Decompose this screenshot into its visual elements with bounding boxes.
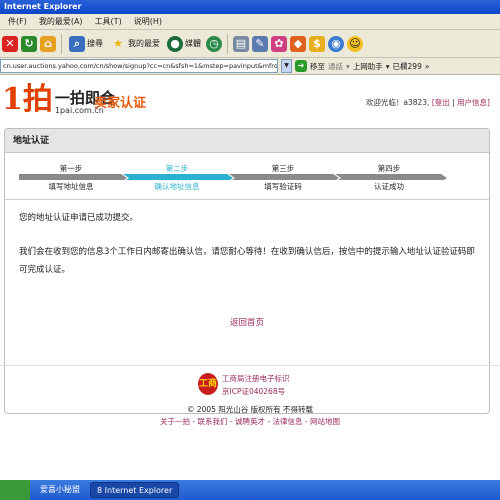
toolbar-separator (227, 33, 228, 54)
step-2-bar (123, 174, 233, 180)
favorites-button[interactable]: ★ 我的最爱 (108, 33, 162, 55)
refresh-icon[interactable]: ↻ (21, 35, 37, 52)
game-icon[interactable]: ◆ (290, 35, 306, 52)
search-button[interactable]: ⌕ 搜尋 (67, 33, 105, 55)
address-dropdown-icon[interactable]: ▼ (281, 59, 292, 73)
panel-divider (5, 199, 489, 200)
copyright: © 2005 阳光山谷 版权所有 不得转载 (186, 405, 314, 414)
blocked-popups[interactable]: 已欄299 (393, 61, 422, 72)
more-chevron-icon[interactable]: » (425, 62, 430, 71)
money-icon[interactable]: $ (309, 35, 325, 52)
step-1-bar (19, 174, 127, 180)
step-4-bar (335, 174, 447, 180)
address-input[interactable]: cn.user.auctions.yahoo.com/cn/show/signu… (0, 59, 278, 73)
search-icon: ⌕ (69, 35, 85, 52)
license-label[interactable]: 工商局注册电子标识 (222, 373, 290, 384)
business-license-badge-icon[interactable]: 工商 (198, 373, 218, 395)
welcome-text: 欢迎光临！a3823, (365, 98, 430, 107)
address-bar: cn.user.auctions.yahoo.com/cn/show/signu… (0, 58, 500, 75)
helper-button[interactable]: 上网助手 (353, 61, 383, 72)
print-icon[interactable]: ▤ (233, 35, 249, 52)
qq-icon[interactable]: ◉ (328, 35, 344, 52)
taskbar-item-helper[interactable]: 爱喜小秘盟 (34, 482, 86, 498)
welcome-bar: 欢迎光临！a3823, [登出 | 用户信息] (365, 98, 490, 107)
address-verification-panel: 地址认证 第一步 第二步 第三步 第四步 填写地址信息 确认地址信息 填写验证码… (4, 128, 490, 414)
go-arrow-icon[interactable]: ➜ (295, 60, 307, 72)
step-3-label: 填写验证码 (264, 182, 302, 191)
menu-favorites[interactable]: 我的最爱(A) (33, 16, 89, 27)
step-1-label: 填写地址信息 (48, 182, 94, 191)
footer-rule (0, 365, 500, 366)
edit-icon[interactable]: ✎ (252, 35, 268, 52)
icp-number[interactable]: 京ICP证040268号 (222, 386, 285, 397)
start-button[interactable] (0, 480, 30, 500)
footer-links[interactable]: 关于一拍 - 联系我们 - 诚聘英才 - 法律信息 - 网站地图 (0, 416, 500, 427)
step-bar (19, 174, 447, 180)
menu-bar: 件(F) 我的最爱(A) 工具(T) 说明(H) (0, 14, 500, 30)
connect-dropdown-icon[interactable]: ▾ (346, 62, 350, 71)
step-progress: 第一步 第二步 第三步 第四步 填写地址信息 确认地址信息 填写验证码 认证成功 (19, 163, 447, 191)
home-icon[interactable]: ⌂ (40, 35, 56, 52)
menu-help[interactable]: 说明(H) (128, 16, 168, 27)
page-content: 1拍 一拍即合 1pai.com.cn 卖家认证 欢迎光临！a3823, [登出… (0, 75, 500, 480)
star-icon: ★ (113, 36, 123, 50)
user-info-link[interactable]: 用户信息] (457, 98, 490, 107)
toolbar: ✕ ↻ ⌂ ⌕ 搜尋 ★ 我的最爱 ● 媒體 ◷ ▤ ✎ ✿ ◆ $ ◉ ☺ (0, 30, 500, 58)
toolbar-separator (61, 33, 62, 54)
logo-mark: 1拍 (2, 82, 53, 117)
window-title-bar: Internet Explorer (0, 0, 500, 14)
step-1-number: 第一步 (59, 164, 83, 173)
step-4-label: 认证成功 (374, 182, 404, 191)
stop-icon[interactable]: ✕ (2, 35, 18, 52)
panel-title: 地址认证 (5, 129, 489, 153)
messenger-icon[interactable]: ✿ (271, 35, 287, 52)
media-icon: ● (167, 35, 183, 52)
step-2-label: 确认地址信息 (154, 182, 200, 191)
section-title: 卖家认证 (94, 96, 147, 111)
menu-tools[interactable]: 工具(T) (89, 16, 128, 27)
history-icon[interactable]: ◷ (206, 35, 222, 52)
go-button[interactable]: 移至 (310, 61, 325, 72)
step-4-number: 第四步 (377, 164, 401, 173)
back-home-link[interactable]: 返回首页 (5, 316, 489, 328)
taskbar: 爱喜小秘盟 8 Internet Explorer (0, 480, 500, 500)
media-button[interactable]: ● 媒體 (165, 33, 203, 55)
window-title: Internet Explorer (4, 2, 82, 11)
helper-dropdown-icon[interactable]: ▾ (386, 62, 390, 71)
menu-file[interactable]: 件(F) (2, 16, 33, 27)
step-3-bar (229, 174, 339, 180)
smiley-icon[interactable]: ☺ (347, 35, 363, 52)
success-message: 您的地址认证申请已成功提交。 (19, 213, 139, 223)
step-3-number: 第三步 (271, 164, 295, 173)
logout-link[interactable]: [登出 (432, 98, 450, 107)
step-2-number: 第二步 (165, 164, 189, 173)
instruction-message: 我们会在收到您的信息3个工作日内邮寄出确认信，请您耐心等待！在收到确认信后，按信… (19, 247, 475, 275)
connect-label[interactable]: 通話 (328, 61, 343, 72)
taskbar-item-ie[interactable]: 8 Internet Explorer (90, 482, 180, 498)
